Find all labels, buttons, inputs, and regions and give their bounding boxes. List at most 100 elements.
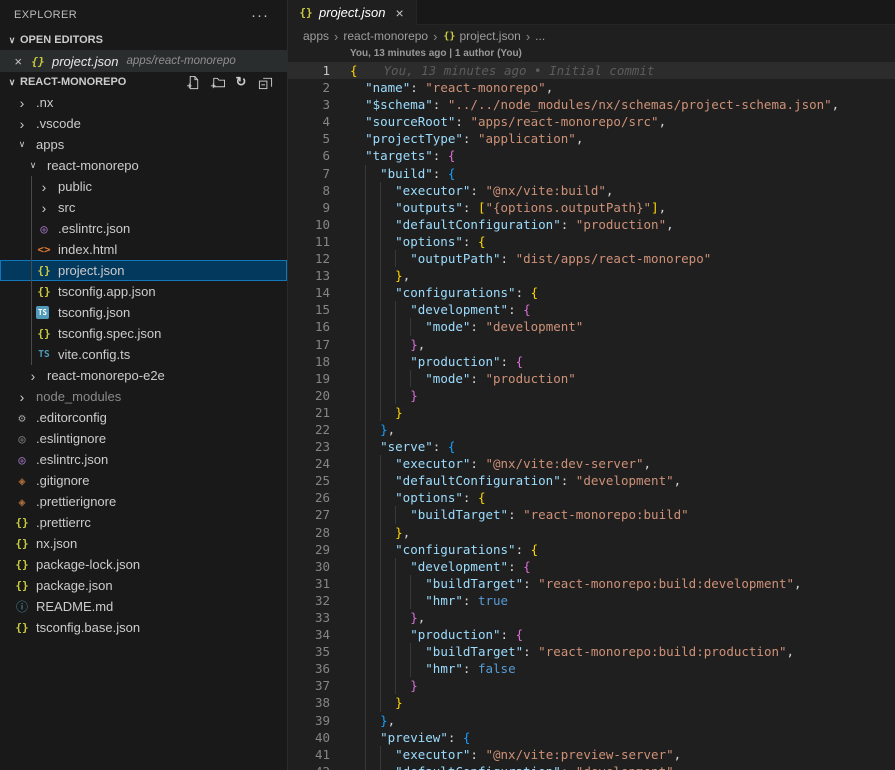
- tree-item-.gitignore[interactable]: ◈.gitignore: [0, 470, 287, 491]
- code-line-5[interactable]: 5 "projectType": "application",: [288, 130, 895, 147]
- code-line-1[interactable]: 1{You, 13 minutes ago • Initial commit: [288, 62, 895, 79]
- code-token: {: [523, 559, 531, 574]
- tree-item-README.md[interactable]: ⓘREADME.md: [0, 596, 287, 617]
- tree-item-.prettierignore[interactable]: ◈.prettierignore: [0, 491, 287, 512]
- tree-item-public[interactable]: ›public: [0, 176, 287, 197]
- code-line-33[interactable]: 33 },: [288, 609, 895, 626]
- tree-item-.editorconfig[interactable]: ⚙.editorconfig: [0, 407, 287, 428]
- code-line-16[interactable]: 16 "mode": "development": [288, 318, 895, 335]
- code-line-7[interactable]: 7 "build": {: [288, 165, 895, 182]
- line-content: "buildTarget": "react-monorepo:build:pro…: [350, 643, 895, 660]
- tree-item-package-lock.json[interactable]: {}package-lock.json: [0, 554, 287, 575]
- code-token: {: [516, 354, 524, 369]
- code-line-38[interactable]: 38 }: [288, 694, 895, 711]
- more-actions-icon[interactable]: ···: [247, 7, 273, 24]
- code-line-29[interactable]: 29 "configurations": {: [288, 541, 895, 558]
- project-section-header[interactable]: ∨ REACT-MONOREPO ↻: [0, 72, 287, 92]
- code-line-22[interactable]: 22 },: [288, 421, 895, 438]
- tree-item-.vscode[interactable]: ›.vscode: [0, 113, 287, 134]
- code-token: :: [463, 234, 478, 249]
- code-token: "targets": [365, 148, 433, 163]
- code-token: :: [433, 97, 448, 112]
- refresh-icon[interactable]: ↻: [231, 72, 251, 92]
- tree-item-.eslintrc.json[interactable]: ◎.eslintrc.json: [0, 449, 287, 470]
- code-line-31[interactable]: 31 "buildTarget": "react-monorepo:build:…: [288, 575, 895, 592]
- tree-item-react-monorepo[interactable]: ∨react-monorepo: [0, 155, 287, 176]
- tree-item-nx.json[interactable]: {}nx.json: [0, 533, 287, 554]
- indent-guide: [365, 489, 366, 506]
- breadcrumb-item-...[interactable]: ...: [535, 29, 545, 43]
- collapse-all-icon[interactable]: [255, 72, 275, 92]
- code-line-42[interactable]: 42 "defaultConfiguration": "development"…: [288, 763, 895, 770]
- code-token: :: [561, 217, 576, 232]
- code-line-14[interactable]: 14 "configurations": {: [288, 284, 895, 301]
- code-line-21[interactable]: 21 }: [288, 404, 895, 421]
- close-icon[interactable]: ×: [393, 5, 405, 21]
- code-line-36[interactable]: 36 "hmr": false: [288, 660, 895, 677]
- code-line-41[interactable]: 41 "executor": "@nx/vite:preview-server"…: [288, 746, 895, 763]
- code-line-2[interactable]: 2 "name": "react-monorepo",: [288, 79, 895, 96]
- code-line-17[interactable]: 17 },: [288, 336, 895, 353]
- code-line-24[interactable]: 24 "executor": "@nx/vite:dev-server",: [288, 455, 895, 472]
- tree-item-tsconfig.base.json[interactable]: {}tsconfig.base.json: [0, 617, 287, 638]
- tree-item-src[interactable]: ›src: [0, 197, 287, 218]
- code-line-28[interactable]: 28 },: [288, 524, 895, 541]
- code-line-30[interactable]: 30 "development": {: [288, 558, 895, 575]
- code-token: :: [470, 456, 485, 471]
- code-line-12[interactable]: 12 "outputPath": "dist/apps/react-monore…: [288, 250, 895, 267]
- tree-item-tsconfig.app.json[interactable]: {}tsconfig.app.json: [0, 281, 287, 302]
- tree-item-package.json[interactable]: {}package.json: [0, 575, 287, 596]
- code-line-27[interactable]: 27 "buildTarget": "react-monorepo:build": [288, 506, 895, 523]
- code-token: ,: [403, 268, 411, 283]
- code-line-6[interactable]: 6 "targets": {: [288, 147, 895, 164]
- code-line-15[interactable]: 15 "development": {: [288, 301, 895, 318]
- code-line-39[interactable]: 39 },: [288, 712, 895, 729]
- close-icon[interactable]: ×: [10, 54, 26, 69]
- tree-item-.prettierrc[interactable]: {}.prettierrc: [0, 512, 287, 533]
- explorer-sidebar: EXPLORER ··· ∨ OPEN EDITORS × {} project…: [0, 0, 288, 770]
- tab-project-json[interactable]: {} project.json ×: [288, 0, 417, 25]
- indent-guide: [365, 353, 366, 370]
- open-editors-header[interactable]: ∨ OPEN EDITORS: [0, 30, 287, 50]
- code-line-18[interactable]: 18 "production": {: [288, 353, 895, 370]
- tree-item-vite.config.ts[interactable]: TSvite.config.ts: [0, 344, 287, 365]
- tree-item-index.html[interactable]: <>index.html: [0, 239, 287, 260]
- code-line-40[interactable]: 40 "preview": {: [288, 729, 895, 746]
- code-line-3[interactable]: 3 "$schema": "../../node_modules/nx/sche…: [288, 96, 895, 113]
- tree-item-.eslintignore[interactable]: ◎.eslintignore: [0, 428, 287, 449]
- code-line-9[interactable]: 9 "outputs": ["{options.outputPath}"],: [288, 199, 895, 216]
- new-folder-icon[interactable]: [207, 72, 227, 92]
- code-line-11[interactable]: 11 "options": {: [288, 233, 895, 250]
- code-token: }: [410, 388, 418, 403]
- code-line-13[interactable]: 13 },: [288, 267, 895, 284]
- tree-item-node_modules[interactable]: ›node_modules: [0, 386, 287, 407]
- breadcrumb-item-apps[interactable]: apps: [303, 29, 329, 43]
- open-editor-item[interactable]: × {} project.json apps/react-monorepo: [0, 50, 287, 72]
- breadcrumb-item-react-monorepo[interactable]: react-monorepo: [343, 29, 428, 43]
- codelens-blame[interactable]: You, 13 minutes ago | 1 author (You): [288, 47, 895, 62]
- tree-item-.eslintrc.json[interactable]: ◎.eslintrc.json: [0, 218, 287, 239]
- tree-item-project.json[interactable]: {}project.json: [0, 260, 287, 281]
- code-line-10[interactable]: 10 "defaultConfiguration": "production",: [288, 216, 895, 233]
- code-line-35[interactable]: 35 "buildTarget": "react-monorepo:build:…: [288, 643, 895, 660]
- new-file-icon[interactable]: [183, 72, 203, 92]
- tree-item-apps[interactable]: ∨apps: [0, 134, 287, 155]
- vscode-window: EXPLORER ··· ∨ OPEN EDITORS × {} project…: [0, 0, 895, 770]
- tab-label: project.json: [319, 5, 385, 20]
- chevron-right-icon: ›: [36, 182, 52, 192]
- tree-item-.nx[interactable]: ›.nx: [0, 92, 287, 113]
- code-line-23[interactable]: 23 "serve": {: [288, 438, 895, 455]
- code-line-34[interactable]: 34 "production": {: [288, 626, 895, 643]
- code-line-8[interactable]: 8 "executor": "@nx/vite:build",: [288, 182, 895, 199]
- code-line-32[interactable]: 32 "hmr": true: [288, 592, 895, 609]
- code-line-4[interactable]: 4 "sourceRoot": "apps/react-monorepo/src…: [288, 113, 895, 130]
- tree-item-react-monorepo-e2e[interactable]: ›react-monorepo-e2e: [0, 365, 287, 386]
- tree-item-tsconfig.json[interactable]: TStsconfig.json: [0, 302, 287, 323]
- code-line-37[interactable]: 37 }: [288, 677, 895, 694]
- code-line-19[interactable]: 19 "mode": "production": [288, 370, 895, 387]
- breadcrumb-item-project.json[interactable]: {}project.json: [442, 29, 520, 43]
- code-line-26[interactable]: 26 "options": {: [288, 489, 895, 506]
- code-line-20[interactable]: 20 }: [288, 387, 895, 404]
- code-line-25[interactable]: 25 "defaultConfiguration": "development"…: [288, 472, 895, 489]
- tree-item-tsconfig.spec.json[interactable]: {}tsconfig.spec.json: [0, 323, 287, 344]
